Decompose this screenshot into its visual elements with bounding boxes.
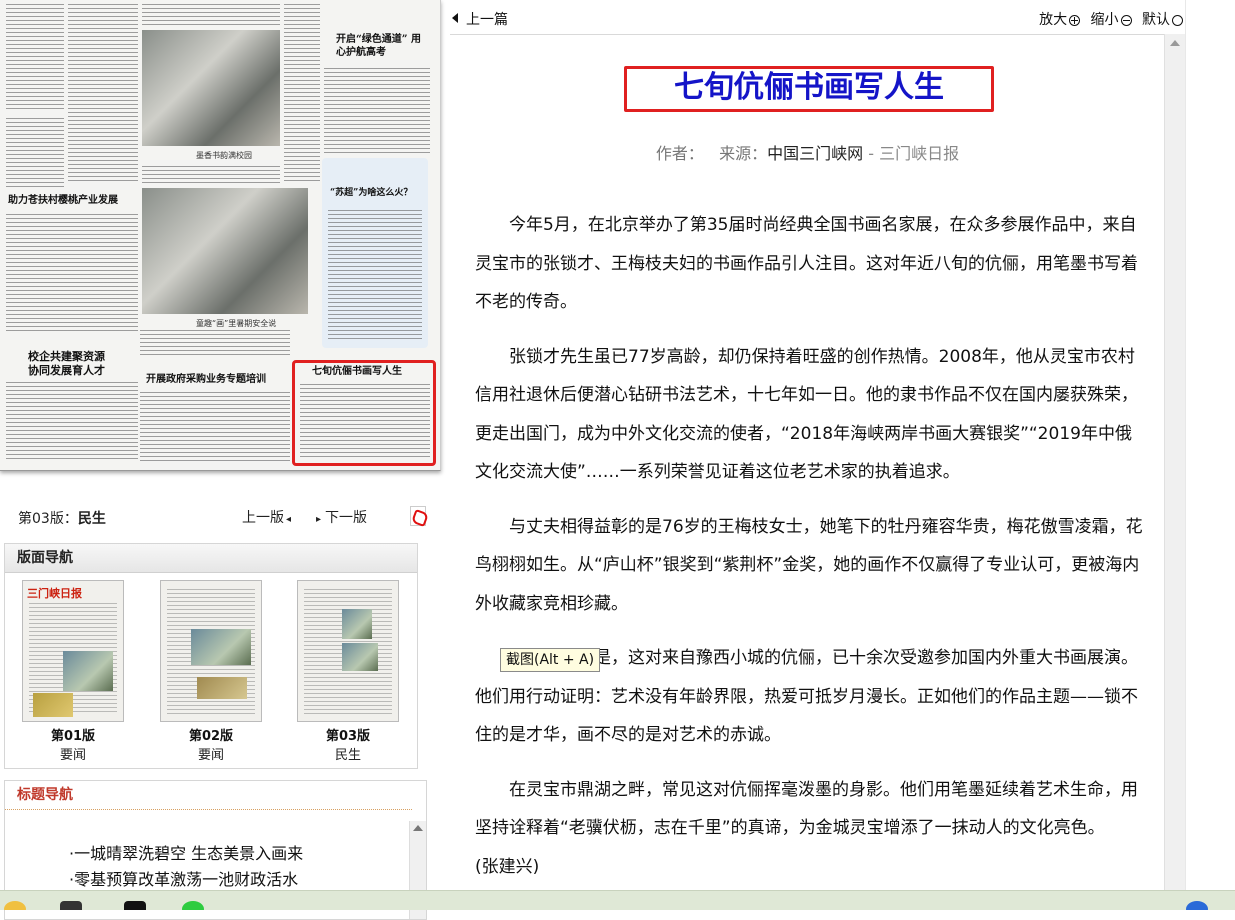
page-number[interactable]: 第03版: [297, 725, 399, 744]
text-column: [142, 166, 280, 184]
article-paragraph: 今年5月，在北京举办了第35届时尚经典全国书画名家展，在众多参展作品中，来自灵宝…: [475, 215, 1138, 312]
zoom-out-label: 缩小: [1090, 12, 1119, 28]
caret-left-icon: ◂: [286, 514, 292, 525]
prev-article-label: 上一篇: [466, 12, 508, 28]
scroll-up-icon[interactable]: [1170, 40, 1180, 46]
article-paragraph: 与丈夫相得益彰的是76岁的王梅枝女士，她笔下的牡丹雍容华贵，梅花傲雪凌霜，花鸟栩…: [475, 516, 1143, 614]
page-thumbnail[interactable]: [160, 580, 262, 722]
article-scrollbar[interactable]: [1164, 34, 1185, 890]
minus-circle-icon: [1120, 15, 1132, 26]
circle-icon: [1172, 15, 1183, 26]
zoom-controls: 放大 缩小 默认: [1033, 9, 1183, 29]
window-margin: [1185, 0, 1235, 890]
preview-headline: “苏超”为啥这么火？: [330, 188, 413, 198]
caret-left-icon: [452, 13, 458, 23]
page-name: 民生: [334, 748, 361, 763]
thumbnail-photo: [342, 609, 372, 639]
masthead-logo: 三门峡日报: [27, 587, 82, 600]
photo-caption: 墨香书韵满校园: [196, 151, 252, 160]
zoom-in-label: 放大: [1039, 12, 1068, 28]
article-paragraph: 在灵宝市鼎湖之畔，常见这对伉俪挥毫泼墨的身影。他们用笔墨延续着艺术生命，用坚持诠…: [475, 779, 1138, 877]
caret-right-icon: ▸: [316, 514, 322, 525]
article-toolbar: 上一篇 放大 缩小 默认: [450, 0, 1185, 35]
preview-headline: 校企共建聚资源 协同发展育人才: [28, 350, 105, 377]
text-column: [6, 4, 64, 112]
zoom-default-label: 默认: [1142, 12, 1170, 28]
selected-article-highlight[interactable]: [292, 360, 436, 466]
text-column: [142, 4, 280, 26]
article-title: 七旬伉俪书画写人生: [674, 70, 944, 105]
newspaper-page-preview[interactable]: 助力苍扶村樱桃产业发展 校企共建聚资源 协同发展育人才 墨香书韵满校园 童趣“画…: [0, 0, 441, 471]
thumbnail-photo: [191, 629, 251, 665]
edition-bar: 第03版：民生 上一版 ◂ ▸ 下一版: [0, 500, 440, 534]
article-paragraph: 张锁才先生虽已77岁高龄，却仍保持着旺盛的创作热情。2008年，他从灵宝市农村信…: [475, 346, 1138, 483]
scroll-up-icon[interactable]: [413, 825, 423, 831]
text-column: [6, 118, 64, 188]
page-number[interactable]: 第01版: [22, 725, 124, 744]
page-nav-title: 版面导航: [5, 544, 417, 573]
source-paper: - 三门峡日报: [863, 144, 960, 163]
page-number[interactable]: 第02版: [160, 725, 262, 744]
text-column: [284, 4, 320, 184]
title-list: ·一城晴翠洗碧空 生态美景入画来 ·零基预算改革激荡一池财政活水: [69, 841, 303, 893]
preview-headline: 开启“绿色通道” 用心护航高考: [336, 34, 421, 58]
plus-circle-icon: [1069, 15, 1081, 26]
page-name: 要闻: [59, 748, 86, 763]
next-edition-link[interactable]: ▸ 下一版: [316, 507, 367, 527]
text-column: [328, 210, 422, 340]
title-link[interactable]: ·一城晴翠洗碧空 生态美景入画来: [69, 841, 303, 867]
author-label: 作者：: [655, 144, 704, 163]
news-photo: [142, 30, 280, 146]
thumbnail-photo: [33, 693, 73, 717]
preview-headline: 开展政府采购业务专题培训: [146, 374, 266, 385]
prev-edition-label: 上一版: [242, 510, 284, 526]
prev-article-link[interactable]: 上一篇: [452, 9, 508, 29]
text-column: [6, 214, 138, 334]
page-nav-panel: 版面导航 三门峡日报 第01版 要闻 第02版 要闻 第03版 民生: [4, 543, 418, 769]
text-column: [140, 330, 290, 358]
article-body: 今年5月，在北京举办了第35届时尚经典全国书画名家展，在众多参展作品中，来自灵宝…: [475, 206, 1143, 902]
zoom-out-button[interactable]: 缩小: [1091, 12, 1132, 28]
zoom-default-button[interactable]: 默认: [1142, 12, 1183, 28]
photo-caption: 童趣“画”里暑期安全说: [196, 319, 277, 328]
source-site-link[interactable]: 中国三门峡网: [767, 144, 863, 163]
zoom-in-button[interactable]: 放大: [1039, 12, 1081, 28]
article-byline: 作者： 来源：中国三门峡网 - 三门峡日报: [450, 140, 1165, 164]
thumbnail-photo: [342, 643, 378, 671]
text-column: [6, 382, 138, 462]
edition-prefix: 第03版：: [18, 511, 78, 527]
news-photo: [142, 188, 308, 314]
page-name: 要闻: [197, 748, 224, 763]
thumbnail-photo: [197, 677, 247, 699]
text-column: [324, 68, 430, 154]
edition-name: 民生: [77, 511, 106, 527]
pdf-download-icon[interactable]: [410, 506, 426, 526]
preview-headline: 助力苍扶村樱桃产业发展: [8, 195, 118, 206]
page-thumbnail[interactable]: 三门峡日报: [22, 580, 124, 722]
next-edition-label: 下一版: [325, 510, 368, 526]
current-edition: 第03版：民生: [18, 508, 106, 528]
text-column: [140, 392, 290, 462]
preview-sidebar-box: “苏超”为啥这么火？: [322, 158, 428, 348]
prev-edition-link[interactable]: 上一版 ◂: [242, 507, 291, 527]
source-label: 来源：: [719, 144, 768, 163]
screenshot-tooltip: 截图(Alt + A): [500, 648, 601, 672]
page-thumbnail[interactable]: [297, 580, 399, 722]
taskbar: [0, 890, 1235, 910]
title-nav-title: 标题导航: [5, 781, 412, 810]
thumbnail-photo: [63, 651, 113, 691]
text-column: [68, 4, 138, 184]
